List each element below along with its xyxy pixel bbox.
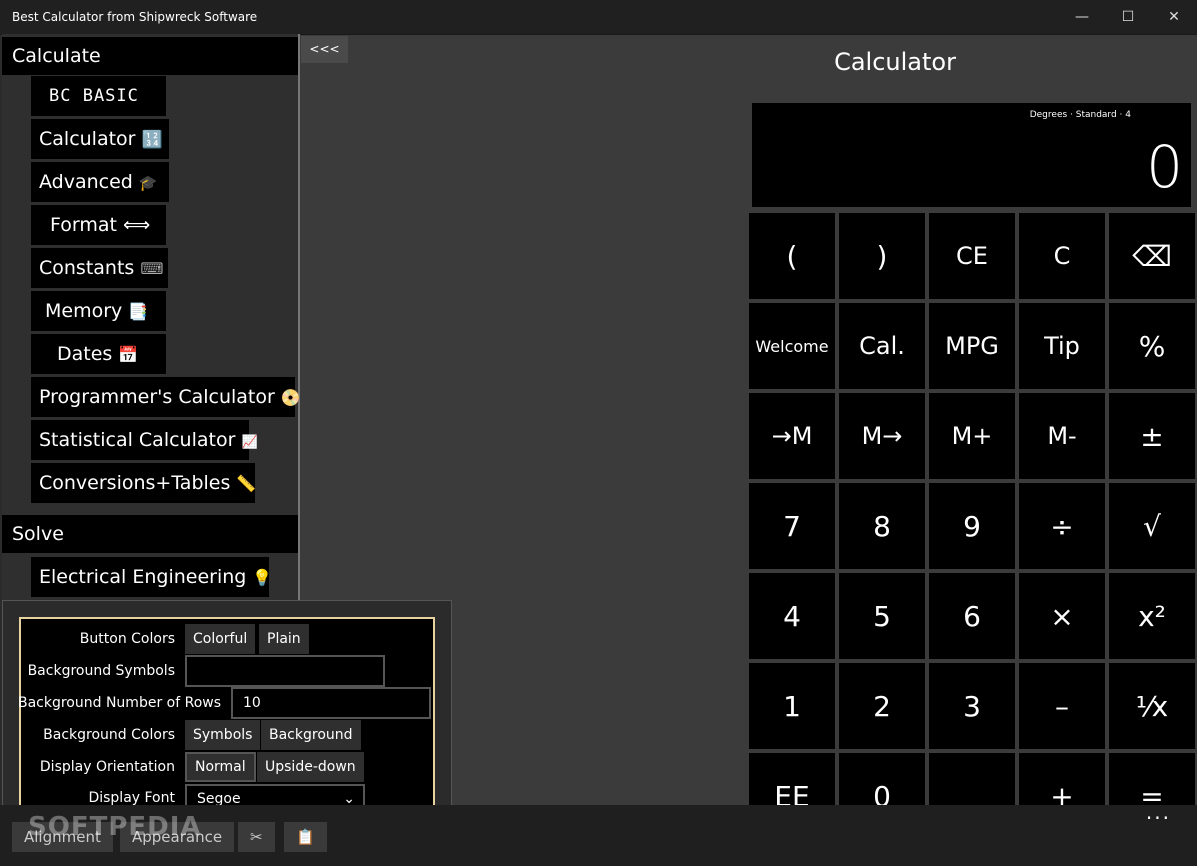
- key-5-3[interactable]: –: [1019, 663, 1105, 749]
- key-0-1[interactable]: ): [839, 213, 925, 299]
- key-0-0[interactable]: (: [749, 213, 835, 299]
- nav-electrical-engineering[interactable]: Electrical Engineering 💡: [31, 557, 273, 597]
- nav-dates[interactable]: Dates 📅: [31, 334, 166, 374]
- calculator-display: Degrees · Standard · 4 0: [752, 103, 1191, 207]
- nav-advanced[interactable]: Advanced 🎓: [31, 162, 169, 202]
- button-colors-plain[interactable]: Plain: [259, 624, 309, 654]
- numbers-icon: 🔢: [141, 130, 163, 150]
- key-4-3[interactable]: ×: [1019, 573, 1105, 659]
- display-status: Degrees · Standard · 4: [1029, 110, 1131, 120]
- appearance-popup: Button Colors Colorful Plain Background …: [2, 600, 452, 836]
- orientation-normal[interactable]: Normal: [185, 752, 256, 782]
- key-2-4[interactable]: ±: [1109, 393, 1195, 479]
- key-1-4[interactable]: %: [1109, 303, 1195, 389]
- nav-conversions-tables[interactable]: Conversions+Tables 📏: [31, 463, 257, 503]
- display-font-label: Display Font: [88, 790, 175, 806]
- nav-format[interactable]: Format ⟺: [31, 205, 166, 245]
- key-5-1[interactable]: 2: [839, 663, 925, 749]
- ruler-icon: 📏: [236, 474, 257, 493]
- key-5-2[interactable]: 3: [929, 663, 1015, 749]
- nav-calculator[interactable]: Calculator 🔢: [31, 119, 169, 159]
- chart-icon: 📈: [241, 435, 258, 450]
- disc-icon: 📀: [280, 388, 301, 407]
- key-2-1[interactable]: M→: [839, 393, 925, 479]
- key-3-1[interactable]: 8: [839, 483, 925, 569]
- window-title: Best Calculator from Shipwreck Software: [12, 10, 258, 24]
- close-button[interactable]: ✕: [1151, 0, 1197, 34]
- key-2-3[interactable]: M-: [1019, 393, 1105, 479]
- key-0-4[interactable]: ⌫: [1109, 213, 1195, 299]
- nav-label: Calculator: [39, 128, 136, 150]
- nav-statistical-calculator[interactable]: Statistical Calculator 📈: [31, 420, 258, 460]
- key-0-2[interactable]: CE: [929, 213, 1015, 299]
- nav-label: BC BASIC: [49, 86, 139, 106]
- key-5-4[interactable]: ⅟x: [1109, 663, 1195, 749]
- nav-label: Advanced: [39, 171, 133, 193]
- nav-label: Constants: [39, 257, 135, 279]
- key-1-2[interactable]: MPG: [929, 303, 1015, 389]
- nav-bc-basic[interactable]: BC BASIC: [31, 76, 166, 116]
- light-bulb-icon: 💡: [252, 568, 273, 587]
- background-colors-background[interactable]: Background: [261, 720, 361, 750]
- orientation-upside-down[interactable]: Upside-down: [257, 752, 364, 782]
- section-header-calculate[interactable]: Calculate: [2, 37, 298, 75]
- key-1-3[interactable]: Tip: [1019, 303, 1105, 389]
- button-colors-label: Button Colors: [79, 631, 175, 647]
- background-rows-label: Background Number of Rows: [17, 695, 221, 711]
- key-2-0[interactable]: →M: [749, 393, 835, 479]
- key-5-0[interactable]: 1: [749, 663, 835, 749]
- nav-constants[interactable]: Constants ⌨: [31, 248, 168, 288]
- sidebar: Calculate BC BASIC Calculator 🔢 Advanced…: [2, 34, 301, 604]
- nav-label: Statistical Calculator: [39, 429, 236, 451]
- minimize-button[interactable]: —: [1059, 0, 1105, 34]
- maximize-button[interactable]: ☐: [1105, 0, 1151, 34]
- nav-label: Memory: [45, 300, 123, 322]
- calculator-title: Calculator: [834, 48, 956, 76]
- background-symbols-label: Background Symbols: [27, 663, 175, 679]
- nav-label: Dates: [57, 343, 113, 365]
- button-colors-colorful[interactable]: Colorful: [185, 624, 256, 654]
- nav-label: Electrical Engineering: [39, 566, 247, 588]
- appearance-panel: Button Colors Colorful Plain Background …: [17, 617, 435, 820]
- section-header-solve[interactable]: Solve: [2, 515, 298, 553]
- key-4-1[interactable]: 5: [839, 573, 925, 659]
- key-4-2[interactable]: 6: [929, 573, 1015, 659]
- key-1-0[interactable]: Welcome: [749, 303, 835, 389]
- display-orientation-label: Display Orientation: [39, 759, 175, 775]
- paste-icon[interactable]: 📋: [284, 822, 327, 852]
- background-symbols-input[interactable]: [185, 655, 385, 687]
- key-0-3[interactable]: C: [1019, 213, 1105, 299]
- key-4-4[interactable]: x²: [1109, 573, 1195, 659]
- key-3-4[interactable]: √: [1109, 483, 1195, 569]
- memo-icon: 📑: [128, 302, 149, 321]
- watermark: SOFTPEDIA: [28, 812, 202, 842]
- graduation-cap-icon: 🎓: [138, 174, 158, 192]
- more-options-icon[interactable]: ···: [1146, 806, 1171, 830]
- nav-label: Format: [50, 214, 117, 236]
- background-colors-symbols[interactable]: Symbols: [185, 720, 261, 750]
- calendar-icon: 📅: [118, 345, 139, 364]
- nav-label: Programmer's Calculator: [39, 386, 275, 408]
- nav-label: Conversions+Tables: [39, 472, 231, 494]
- key-3-2[interactable]: 9: [929, 483, 1015, 569]
- cut-icon[interactable]: ✂: [238, 822, 275, 852]
- background-rows-input[interactable]: 10: [231, 687, 431, 719]
- key-3-3[interactable]: ÷: [1019, 483, 1105, 569]
- nav-memory[interactable]: Memory 📑: [31, 291, 166, 331]
- display-value: 0: [1146, 133, 1183, 201]
- collapse-sidebar-button[interactable]: <<<: [301, 36, 348, 63]
- background-colors-label: Background Colors: [43, 727, 175, 743]
- key-1-1[interactable]: Cal.: [839, 303, 925, 389]
- nav-programmers-calculator[interactable]: Programmer's Calculator 📀: [31, 377, 301, 417]
- key-3-0[interactable]: 7: [749, 483, 835, 569]
- key-4-0[interactable]: 4: [749, 573, 835, 659]
- double-arrow-icon: ⟺: [123, 214, 151, 236]
- key-2-2[interactable]: M+: [929, 393, 1015, 479]
- title-bar: Best Calculator from Shipwreck Software …: [0, 0, 1197, 35]
- keyboard-icon: ⌨: [140, 259, 164, 278]
